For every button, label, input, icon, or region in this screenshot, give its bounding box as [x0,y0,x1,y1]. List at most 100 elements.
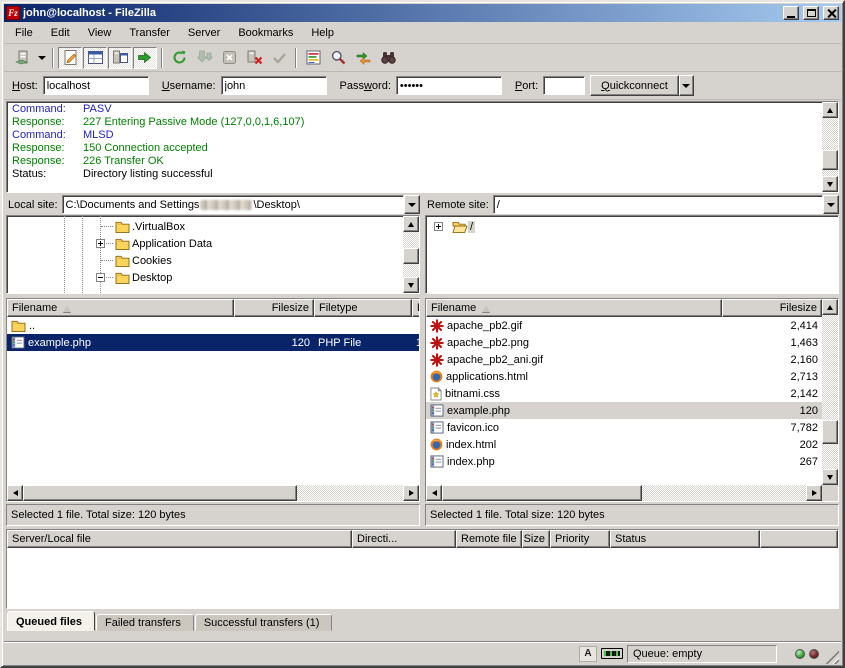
column-header-filesize[interactable]: Filesize [234,299,314,317]
column-header-status[interactable]: Status [610,530,760,548]
menu-help[interactable]: Help [302,24,343,42]
quickconnect-button[interactable]: Quickconnect [590,75,679,96]
scroll-thumb[interactable] [822,150,838,170]
close-button[interactable] [823,6,839,20]
column-header-filesize[interactable]: Filesize [722,299,822,317]
menu-server[interactable]: Server [179,24,229,42]
menu-edit[interactable]: Edit [42,24,79,42]
local-horizontal-scrollbar[interactable] [7,485,419,501]
search-button[interactable] [326,47,350,69]
cancel-button[interactable] [217,47,241,69]
menu-bookmarks[interactable]: Bookmarks [229,24,302,42]
scroll-down-button[interactable] [822,469,838,485]
remote-site-combo[interactable]: / [493,195,839,214]
expand-icon[interactable] [96,239,105,248]
tree-item-root[interactable]: / [426,218,838,235]
site-manager-dropdown[interactable] [35,47,48,69]
local-site-combo[interactable]: C:\Documents and Settings\Desktop\ [62,195,420,214]
scroll-down-button[interactable] [403,277,419,293]
scroll-thumb[interactable] [403,248,419,264]
scroll-track[interactable] [23,485,403,501]
column-header-server-local-file[interactable]: Server/Local file [7,530,352,548]
toggle-message-log-button[interactable] [58,47,82,69]
column-header-priority[interactable]: Priority [550,530,610,548]
tab-successful-transfers[interactable]: Successful transfers (1) [195,614,333,631]
column-header-remote-file[interactable]: Remote file [456,530,522,548]
tree-item-cookies[interactable]: Cookies [7,252,403,269]
remote-vertical-scrollbar[interactable] [822,299,838,485]
scroll-left-button[interactable] [426,485,442,501]
scroll-left-button[interactable] [7,485,23,501]
file-row-parent-dir[interactable]: .. [7,317,419,334]
resize-grip[interactable] [825,650,839,664]
file-row[interactable]: apache_pb2.png1,463 [426,334,822,351]
file-row-selected[interactable]: example.php120 [426,402,822,419]
password-input[interactable] [396,76,502,95]
scroll-thumb[interactable] [23,485,297,501]
file-row[interactable]: index.html202 [426,436,822,453]
menu-file[interactable]: File [6,24,42,42]
title-bar[interactable]: Fz john@localhost - FileZilla [4,4,841,22]
column-header-filetype[interactable]: Filetype [314,299,412,317]
filter-button[interactable] [301,47,325,69]
tree-item-application-data[interactable]: Application Data [7,235,403,252]
port-input[interactable] [543,76,585,95]
refresh-button[interactable] [167,47,191,69]
toggle-queue-button[interactable] [133,47,157,69]
tab-queued-files[interactable]: Queued files [7,611,95,631]
scroll-track[interactable] [822,315,838,469]
quickconnect-dropdown[interactable] [679,75,694,96]
tree-item-desktop[interactable]: Desktop [7,269,403,286]
disconnect-button[interactable] [242,47,266,69]
scroll-thumb[interactable] [822,420,838,444]
column-header-filename[interactable]: Filename [7,299,234,317]
toggle-local-tree-button[interactable] [83,47,107,69]
tree-item-virtualbox[interactable]: .VirtualBox [7,218,403,235]
scroll-thumb[interactable] [442,485,642,501]
column-header-size[interactable]: Size [522,530,550,548]
expand-icon[interactable] [434,222,443,231]
scroll-up-button[interactable] [822,299,838,315]
sync-browsing-button[interactable] [351,47,375,69]
speed-limit-display-icon[interactable] [601,648,623,659]
scroll-right-button[interactable] [403,485,419,501]
remote-site-path[interactable]: / [493,195,823,214]
combo-dropdown-button[interactable] [404,195,420,214]
ascii-data-type-icon[interactable] [579,646,597,662]
column-header-lastmodified[interactable]: L [412,299,420,317]
local-site-path[interactable]: C:\Documents and Settings\Desktop\ [62,195,404,214]
file-row[interactable]: applications.html2,713 [426,368,822,385]
scroll-track[interactable] [822,118,838,176]
maximize-button[interactable] [803,6,819,20]
menu-transfer[interactable]: Transfer [120,24,179,42]
collapse-icon[interactable] [96,273,105,282]
file-row[interactable]: apache_pb2.gif2,414 [426,317,822,334]
scroll-up-button[interactable] [403,216,419,232]
toggle-remote-tree-button[interactable] [108,47,132,69]
combo-dropdown-button[interactable] [823,195,839,214]
username-input[interactable] [221,76,327,95]
column-header-direction[interactable]: Directi... [352,530,456,548]
host-input[interactable] [43,76,149,95]
tab-failed-transfers[interactable]: Failed transfers [96,614,194,631]
reconnect-button[interactable] [267,47,291,69]
file-row[interactable]: apache_pb2_ani.gif2,160 [426,351,822,368]
scroll-track[interactable] [403,232,419,277]
file-row[interactable]: index.php267 [426,453,822,470]
file-row[interactable]: favicon.ico7,782 [426,419,822,436]
local-tree-scrollbar[interactable] [403,216,419,293]
site-manager-button[interactable] [10,47,34,69]
find-button[interactable] [376,47,400,69]
scroll-right-button[interactable] [806,485,822,501]
scroll-track[interactable] [442,485,806,501]
menu-view[interactable]: View [79,24,121,42]
file-row-example-php[interactable]: example.php 120 PHP File 1 [7,334,419,351]
scroll-down-button[interactable] [822,176,838,192]
process-queue-button[interactable] [192,47,216,69]
minimize-button[interactable] [783,6,799,20]
scroll-up-button[interactable] [822,102,838,118]
file-row[interactable]: bitnami.css2,142 [426,385,822,402]
log-vertical-scrollbar[interactable] [822,102,838,192]
column-header-filename[interactable]: Filename [426,299,722,317]
remote-horizontal-scrollbar[interactable] [426,485,822,501]
